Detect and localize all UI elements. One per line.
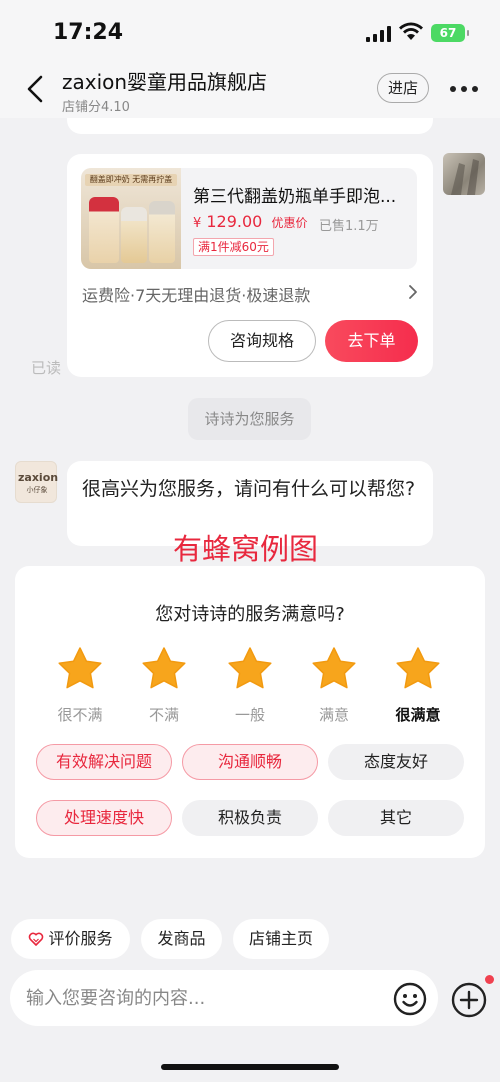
- chevron-right-icon[interactable]: [407, 284, 419, 300]
- rating-tag-chip[interactable]: 积极负责: [182, 800, 318, 836]
- star-rating-4[interactable]: 满意: [309, 646, 359, 725]
- sold-count: 已售1.1万: [319, 219, 379, 234]
- product-info[interactable]: 翻盖即冲奶 无需再拧盖 第三代翻盖奶瓶单手即泡... ¥ 129.00 优惠价 …: [81, 168, 417, 269]
- place-order-button[interactable]: 去下单: [325, 320, 418, 362]
- star-rating-3[interactable]: 一般: [225, 646, 275, 725]
- price-currency: ¥: [193, 216, 202, 231]
- shop-score: 店铺分4.10: [62, 100, 130, 115]
- cellular-signal-icon: [366, 26, 392, 42]
- bottle-image: [89, 197, 119, 263]
- star-icon: [142, 647, 186, 689]
- rating-question: 您对诗诗的服务满意吗?: [155, 604, 345, 625]
- bottle-image: [121, 207, 147, 263]
- product-image-banner: 翻盖即冲奶 无需再拧盖: [85, 174, 177, 186]
- rating-tag-chip[interactable]: 沟通顺畅: [182, 744, 318, 780]
- user-avatar[interactable]: [443, 153, 485, 195]
- star-icon: [396, 647, 440, 689]
- service-guarantees[interactable]: 运费险·7天无理由退货·极速退款: [82, 282, 310, 306]
- heart-icon: [29, 932, 44, 946]
- user-avatar-image: [451, 159, 479, 195]
- previous-message-card: [67, 118, 433, 134]
- chat-header: zaxion婴童用品旗舰店 店铺分4.10 进店: [0, 60, 500, 118]
- emoji-icon[interactable]: [393, 982, 427, 1016]
- rating-tag-chip[interactable]: 有效解决问题: [36, 744, 172, 780]
- rating-tag-chip[interactable]: 态度友好: [328, 744, 464, 780]
- star-rating-1[interactable]: 很不满: [55, 646, 105, 725]
- star-label: 很满意: [395, 706, 441, 724]
- product-image[interactable]: 翻盖即冲奶 无需再拧盖: [81, 168, 181, 269]
- status-bar: 17:24 67: [0, 0, 500, 60]
- more-options-icon[interactable]: [450, 86, 478, 92]
- shop-avatar-subtitle: 小仔象: [26, 486, 48, 494]
- product-card[interactable]: 翻盖即冲奶 无需再拧盖 第三代翻盖奶瓶单手即泡... ¥ 129.00 优惠价 …: [67, 154, 433, 377]
- bottle-image: [149, 201, 175, 263]
- star-label: 满意: [318, 706, 349, 724]
- consult-spec-button[interactable]: 咨询规格: [208, 320, 316, 362]
- shop-name[interactable]: zaxion婴童用品旗舰店: [62, 66, 267, 95]
- product-price: ¥ 129.00 优惠价: [193, 212, 307, 231]
- product-title: 第三代翻盖奶瓶单手即泡...: [193, 187, 397, 207]
- shop-avatar[interactable]: zaxion 小仔象: [15, 461, 59, 503]
- plus-icon[interactable]: [451, 982, 487, 1018]
- send-product-button[interactable]: 发商品: [141, 919, 222, 959]
- system-message: 诗诗为您服务: [188, 398, 311, 440]
- star-rating-5[interactable]: 很满意: [393, 646, 443, 725]
- message-input-box[interactable]: [10, 970, 438, 1026]
- service-rating-card: 您对诗诗的服务满意吗? 很不满 不满 一般 满意 很满意 有效解决问题 沟通顺畅 态度友好处…: [15, 566, 485, 858]
- read-status: 已读: [31, 359, 62, 377]
- message-input[interactable]: [26, 970, 386, 1026]
- star-icon: [228, 647, 272, 689]
- star-label: 很不满: [57, 706, 103, 724]
- back-arrow-icon[interactable]: [24, 74, 46, 104]
- enter-shop-button[interactable]: 进店: [377, 73, 429, 103]
- notification-dot: [485, 975, 494, 984]
- price-value: 129.00: [206, 212, 263, 231]
- home-indicator: [161, 1064, 339, 1070]
- battery-level: 67: [439, 26, 457, 40]
- status-time: 17:24: [53, 20, 124, 45]
- star-rating-2[interactable]: 不满: [139, 646, 189, 725]
- watermark-text: 有蜂窝例图: [173, 532, 319, 566]
- battery-icon: 67: [431, 24, 469, 42]
- shop-avatar-brand: zaxion: [18, 471, 59, 484]
- star-icon: [58, 647, 102, 689]
- rating-tag-chip[interactable]: 其它: [328, 800, 464, 836]
- star-label: 一般: [234, 706, 265, 724]
- rating-tag-chip[interactable]: 处理速度快: [36, 800, 172, 836]
- message-text: 很高兴为您服务，请问有什么可以帮您?: [82, 478, 416, 500]
- star-label: 不满: [148, 706, 179, 724]
- rate-service-button[interactable]: 评价服务: [11, 919, 130, 959]
- promo-badge: 满1件减60元: [193, 238, 274, 256]
- price-tag: 优惠价: [271, 216, 308, 230]
- wifi-icon: [399, 22, 423, 40]
- star-icon: [312, 647, 356, 689]
- rate-service-label: 评价服务: [48, 929, 113, 948]
- shop-home-button[interactable]: 店铺主页: [233, 919, 329, 959]
